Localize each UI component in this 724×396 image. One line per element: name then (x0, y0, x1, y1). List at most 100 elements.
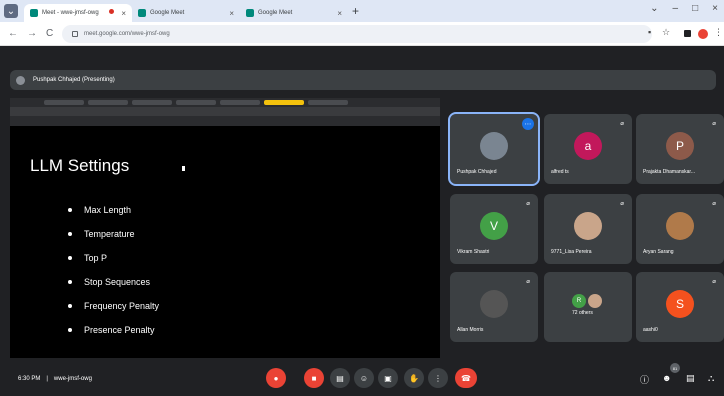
camera-permission-icon[interactable]: ▪ (648, 27, 651, 37)
presenter-banner: Pushpak Chhajed (Presenting) (10, 70, 716, 90)
tile-more-options-icon[interactable]: ⋯ (522, 118, 534, 130)
more-options-button[interactable]: ⋮ (428, 368, 448, 388)
participant-photo-avatar (480, 290, 508, 318)
participant-tile[interactable]: ⌀ S aashi0 (636, 272, 724, 342)
forward-icon[interactable]: → (27, 28, 37, 39)
leave-call-button[interactable]: ☎ (455, 368, 477, 388)
browser-tab-google-meet[interactable]: Google Meet × (132, 4, 240, 22)
shared-address-bar (10, 107, 440, 116)
new-tab-button[interactable]: + (352, 4, 359, 18)
bullet-icon (68, 208, 72, 212)
extension-icon[interactable] (684, 30, 691, 37)
minimize-button[interactable]: – (673, 3, 679, 14)
profile-avatar-icon[interactable] (698, 29, 708, 39)
participant-photo-avatar (588, 294, 602, 308)
participant-tile[interactable]: ⋯ Pushpak Chhajed (448, 112, 540, 186)
shared-tab-active (264, 100, 304, 105)
bullet-icon (68, 304, 72, 308)
participant-name: Pushpak Chhajed (457, 169, 497, 175)
others-tile[interactable]: R 72 others (544, 272, 632, 342)
shared-tab (220, 100, 260, 105)
meet-favicon-icon (246, 9, 254, 17)
participant-photo-avatar (666, 212, 694, 240)
others-count-label: 72 others (572, 310, 593, 316)
mouse-cursor-icon (182, 166, 185, 171)
menu-kebab-icon[interactable]: ⋮ (714, 27, 723, 38)
participant-photo-avatar (574, 212, 602, 240)
slide-bullet: Max Length (68, 198, 159, 222)
bullet-text: Presence Penalty (84, 325, 155, 335)
tab-close-icon[interactable]: × (121, 9, 126, 18)
slide-bullet: Presence Penalty (68, 318, 159, 342)
meeting-details-icon[interactable]: ⓘ (640, 373, 649, 386)
participant-count-badge: 81 (670, 363, 680, 373)
tab-list-icon[interactable]: ⌄ (650, 3, 658, 14)
present-screen-button[interactable]: ▣ (378, 368, 398, 388)
slide-bullet: Top P (68, 246, 159, 270)
maximize-button[interactable]: □ (692, 3, 698, 14)
back-icon[interactable]: ← (8, 28, 18, 39)
tab-title: Meet - wwe-jmsf-owg (42, 10, 99, 16)
tab-search-icon[interactable]: ⌄ (4, 4, 18, 18)
participant-avatar: V (480, 212, 508, 240)
muted-mic-icon: ⌀ (620, 201, 624, 207)
bullet-icon (68, 280, 72, 284)
microphone-toggle-button[interactable]: ● (266, 368, 286, 388)
meeting-code: wwe-jmsf-owg (53, 375, 92, 382)
participant-tile[interactable]: ⌀ Aryan Sarang (636, 194, 724, 264)
shared-screen: LLM Settings Max Length Temperature Top … (10, 98, 440, 358)
browser-tab-google-meet-2[interactable]: Google Meet × (240, 4, 348, 22)
presenter-avatar (16, 75, 25, 85)
bullet-text: Max Length (84, 205, 132, 215)
emoji-reaction-button[interactable]: ☺ (354, 368, 374, 388)
participant-tile[interactable]: ⌀ Allan Morris (450, 272, 538, 342)
participant-tile[interactable]: ⌀ a alfred ts (544, 114, 632, 184)
participant-avatar: R (572, 294, 586, 308)
participant-avatar: S (666, 290, 694, 318)
slide-bullet: Temperature (68, 222, 159, 246)
participant-photo-avatar (480, 132, 508, 160)
meeting-toolbar: 6:30 PM | wwe-jmsf-owg ● ■ ▤ ☺ ▣ ✋ ⋮ ☎ ⓘ… (0, 361, 724, 396)
shared-tab (44, 100, 84, 105)
meet-stage: Pushpak Chhajed (Presenting) LLM Setting… (0, 46, 724, 396)
tab-close-icon[interactable]: × (229, 9, 234, 18)
muted-mic-icon: ⌀ (712, 121, 716, 127)
meeting-time: 6:30 PM (18, 375, 41, 382)
bookmark-star-icon[interactable]: ☆ (662, 27, 670, 38)
participant-name: alfred ts (551, 169, 569, 175)
shared-bookmarks-bar (10, 116, 440, 126)
activities-icon[interactable]: ⛬ (708, 373, 714, 384)
browser-tab-meet-active[interactable]: Meet - wwe-jmsf-owg × (24, 4, 132, 22)
meet-favicon-icon (138, 9, 146, 17)
shared-tab (88, 100, 128, 105)
url-text: meet.google.com/wwe-jmsf-owg (84, 31, 170, 37)
muted-mic-icon: ⌀ (526, 201, 530, 207)
slide-bullet: Stop Sequences (68, 270, 159, 294)
shared-tab (132, 100, 172, 105)
captions-button[interactable]: ▤ (330, 368, 350, 388)
bullet-text: Frequency Penalty (84, 301, 160, 311)
tab-close-icon[interactable]: × (337, 9, 342, 18)
meeting-info-separator: | (46, 375, 48, 382)
participant-tile[interactable]: ⌀ V Vikram Shastri (450, 194, 538, 264)
browser-tab-strip: ⌄ Meet - wwe-jmsf-owg × Google Meet × Go… (0, 0, 724, 22)
participant-avatar: a (574, 132, 602, 160)
participant-name: 9771_Lisa Pereira (551, 249, 592, 255)
participant-avatar: P (666, 132, 694, 160)
site-info-icon[interactable] (72, 31, 78, 37)
participant-name: Allan Morris (457, 327, 484, 333)
bullet-text: Top P (84, 253, 108, 263)
tab-title: Google Meet (150, 10, 185, 16)
participant-name: aashi0 (643, 327, 658, 333)
chat-icon[interactable]: ▤ (686, 373, 695, 384)
participant-name: Prajakta Dhamanskar... (643, 169, 695, 175)
url-field[interactable]: meet.google.com/wwe-jmsf-owg (62, 25, 652, 43)
bullet-icon (68, 232, 72, 236)
raise-hand-button[interactable]: ✋ (404, 368, 424, 388)
close-window-button[interactable]: × (712, 3, 718, 14)
people-icon[interactable]: ☻ (662, 373, 671, 383)
participant-tile[interactable]: ⌀ P Prajakta Dhamanskar... (636, 114, 724, 184)
participant-tile[interactable]: ⌀ 9771_Lisa Pereira (544, 194, 632, 264)
reload-icon[interactable]: C (46, 28, 53, 39)
camera-toggle-button[interactable]: ■ (304, 368, 324, 388)
